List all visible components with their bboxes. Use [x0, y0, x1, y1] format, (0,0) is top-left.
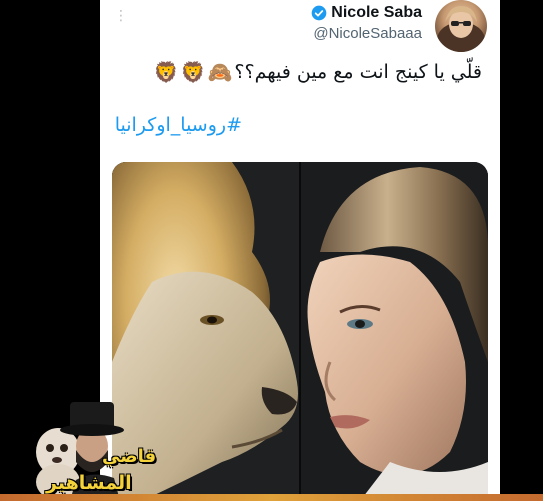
tweet-text: قلّي يا كينج انت مع مين فيهم؟؟	[234, 61, 482, 83]
media-divider	[299, 162, 301, 501]
avatar-image	[437, 6, 485, 52]
author-handle[interactable]: @NicoleSabaaa	[311, 25, 422, 42]
watermark-text-line1: قاضي	[102, 446, 157, 467]
emoji-see-no-evil-monkey: 🙈	[207, 60, 233, 84]
bottom-strip	[0, 494, 543, 501]
tweet-author: Nicole Saba @NicoleSabaaa	[311, 4, 422, 42]
emoji-lion-1: 🦁	[180, 60, 206, 84]
watermark-text-line2: المشاهير	[46, 472, 132, 494]
more-vertical-icon[interactable]: ⋮	[114, 8, 128, 24]
verified-badge-icon	[311, 5, 327, 21]
author-display-name[interactable]: Nicole Saba	[331, 4, 422, 22]
emoji-lion-2: 🦁	[153, 60, 179, 84]
tweet-text-line: قلّي يا كينج انت مع مين فيهم؟؟ 🙈 🦁 🦁	[102, 60, 482, 84]
avatar[interactable]	[435, 0, 487, 52]
woman-portrait-image	[300, 162, 488, 501]
hashtag-link[interactable]: #روسيا_اوكرانيا	[115, 114, 242, 136]
right-black-bar	[500, 0, 543, 501]
